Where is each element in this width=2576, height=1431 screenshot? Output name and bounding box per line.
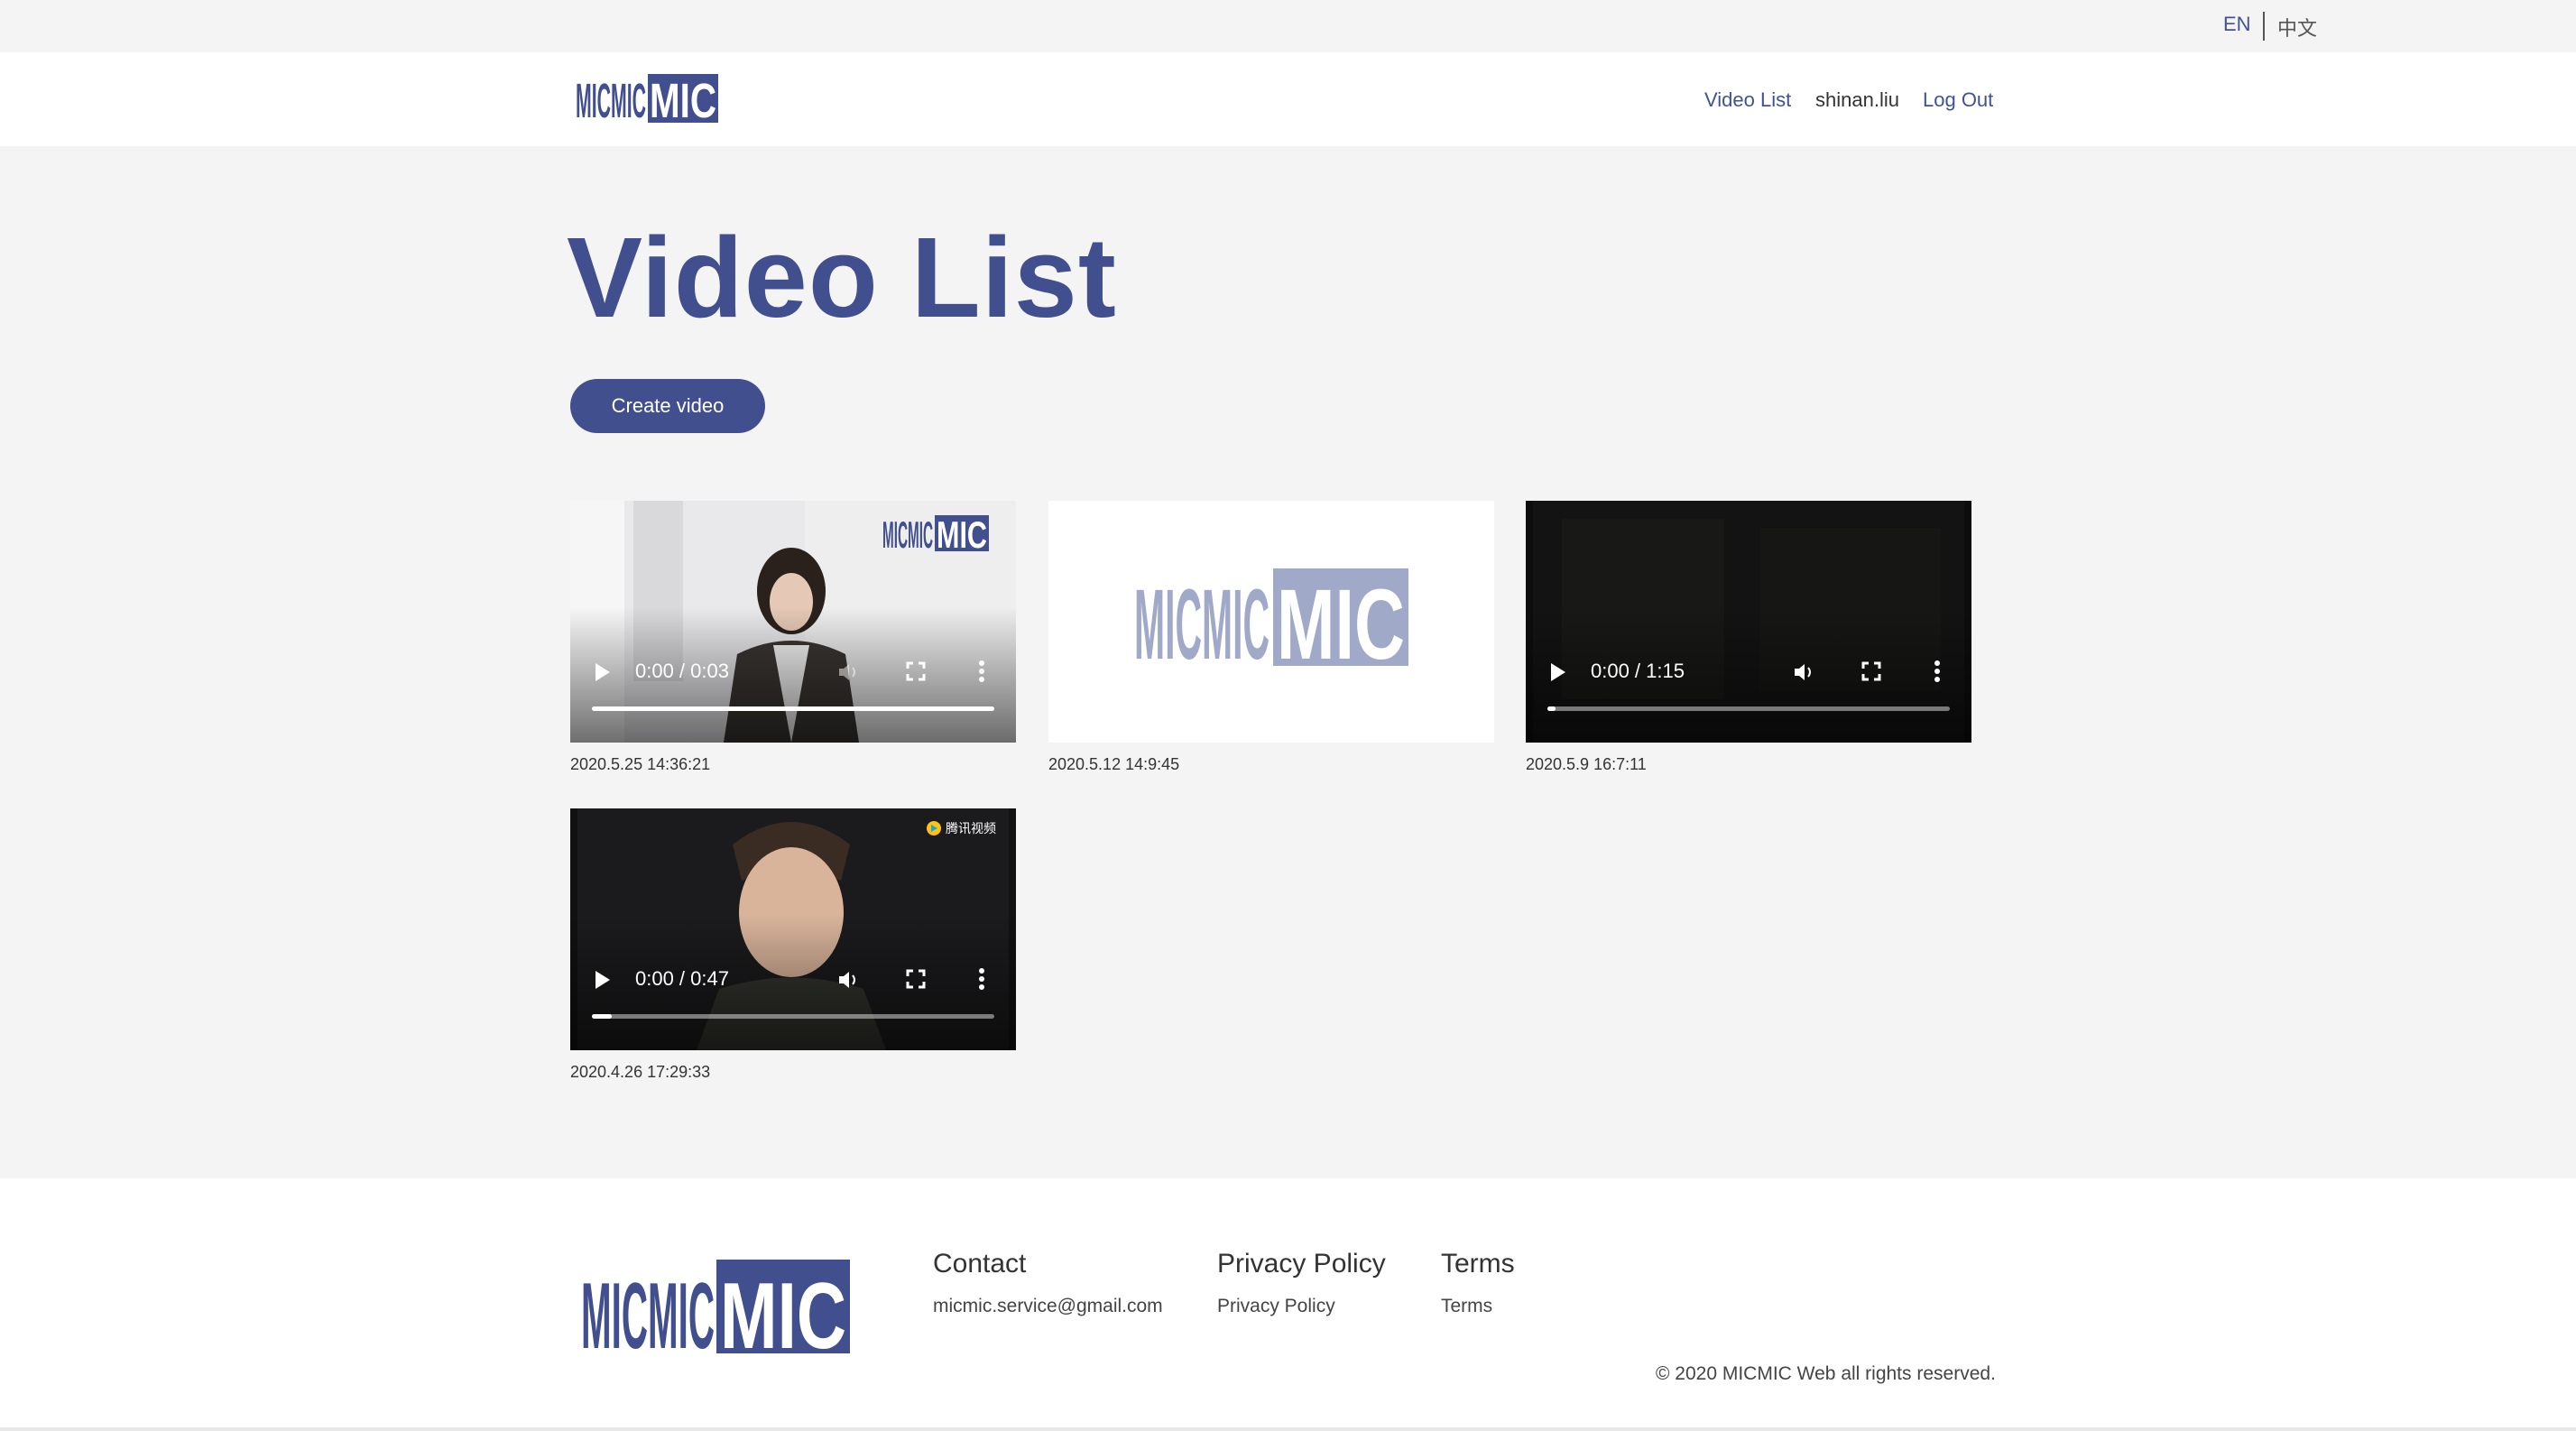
placeholder-logo: MICMIC MIC bbox=[1134, 568, 1408, 668]
header-logo[interactable]: MICMIC MIC bbox=[576, 72, 720, 125]
video-controls: 0:00 / 1:15 bbox=[1526, 643, 1971, 743]
nav-video-list[interactable]: Video List bbox=[1704, 88, 1791, 112]
volume-icon[interactable] bbox=[1793, 661, 1816, 683]
footer-contact-email[interactable]: micmic.service@gmail.com bbox=[933, 1296, 1163, 1317]
progress-fill bbox=[592, 706, 994, 711]
video-date: 2020.4.26 17:29:33 bbox=[570, 1063, 711, 1081]
svg-text:MIC: MIC bbox=[937, 513, 987, 553]
svg-text:MIC: MIC bbox=[650, 74, 716, 125]
video-date: 2020.5.9 16:7:11 bbox=[1526, 755, 1647, 773]
svg-text:MICMIC: MICMIC bbox=[1134, 569, 1270, 668]
more-options-icon[interactable] bbox=[1934, 660, 1941, 683]
footer-copyright: © 2020 MICMIC Web all rights reserved. bbox=[1656, 1363, 1996, 1384]
lang-en-link[interactable]: EN bbox=[2223, 13, 2251, 36]
watermark-logo: MICMIC MIC bbox=[882, 513, 991, 556]
progress-fill bbox=[1547, 706, 1556, 711]
video-time: 0:00 / 0:47 bbox=[635, 967, 729, 990]
footer-privacy-link[interactable]: Privacy Policy bbox=[1217, 1296, 1335, 1317]
nav-logout[interactable]: Log Out bbox=[1923, 88, 1993, 112]
video-player[interactable]: 0:00 / 1:15 bbox=[1526, 501, 1971, 743]
tencent-video-icon bbox=[926, 821, 941, 836]
video-controls: 0:00 / 0:47 bbox=[570, 951, 1016, 1050]
video-placeholder[interactable]: MICMIC MIC bbox=[1048, 501, 1494, 743]
footer-terms-link[interactable]: Terms bbox=[1441, 1296, 1492, 1317]
video-date: 2020.5.25 14:36:21 bbox=[570, 755, 711, 773]
footer-contact-heading: Contact bbox=[933, 1249, 1027, 1279]
more-options-icon[interactable] bbox=[978, 660, 985, 683]
progress-fill bbox=[592, 1014, 613, 1019]
play-icon[interactable] bbox=[1551, 663, 1565, 681]
nav-username[interactable]: shinan.liu bbox=[1815, 88, 1899, 112]
progress-bar[interactable] bbox=[592, 1014, 994, 1019]
site-header: MICMIC MIC Video List shinan.liu Log Out bbox=[0, 52, 2576, 146]
page-title: Video List bbox=[567, 214, 1117, 341]
svg-text:MICMIC: MICMIC bbox=[882, 513, 933, 553]
footer-logo[interactable]: MICMIC MIC bbox=[581, 1258, 852, 1355]
language-bar: EN 中文 bbox=[0, 0, 2576, 52]
fullscreen-icon[interactable] bbox=[1861, 661, 1881, 681]
footer-divider bbox=[0, 1427, 2576, 1431]
footer-terms-heading: Terms bbox=[1441, 1249, 1515, 1279]
video-date: 2020.5.12 14:9:45 bbox=[1048, 755, 1180, 773]
svg-text:MICMIC: MICMIC bbox=[581, 1264, 715, 1355]
play-icon[interactable] bbox=[596, 663, 610, 681]
site-footer: MICMIC MIC Contact micmic.service@gmail.… bbox=[0, 1178, 2576, 1431]
watermark-badge: 腾讯视频 bbox=[926, 819, 996, 837]
lang-zh-link[interactable]: 中文 bbox=[2277, 13, 2317, 42]
lang-divider bbox=[2263, 12, 2265, 41]
progress-bar[interactable] bbox=[592, 706, 994, 711]
play-icon[interactable] bbox=[596, 971, 610, 989]
svg-text:MICMIC: MICMIC bbox=[576, 74, 646, 125]
video-player[interactable]: 腾讯视频 0:00 / 0:47 bbox=[570, 808, 1016, 1050]
video-player[interactable]: MICMIC MIC 0:00 / 0:03 bbox=[570, 501, 1016, 743]
volume-icon[interactable] bbox=[837, 969, 861, 991]
video-time: 0:00 / 0:03 bbox=[635, 660, 729, 682]
progress-bar[interactable] bbox=[1547, 706, 1950, 711]
video-controls: 0:00 / 0:03 bbox=[570, 643, 1016, 743]
svg-text:MIC: MIC bbox=[1277, 569, 1405, 668]
watermark-text: 腾讯视频 bbox=[946, 821, 996, 836]
more-options-icon[interactable] bbox=[978, 967, 985, 991]
video-time: 0:00 / 1:15 bbox=[1591, 660, 1685, 682]
footer-privacy-heading: Privacy Policy bbox=[1217, 1249, 1386, 1279]
volume-icon[interactable] bbox=[837, 661, 861, 683]
create-video-button[interactable]: Create video bbox=[570, 379, 765, 433]
svg-text:MIC: MIC bbox=[720, 1264, 846, 1355]
fullscreen-icon[interactable] bbox=[906, 969, 926, 989]
fullscreen-icon[interactable] bbox=[906, 661, 926, 681]
